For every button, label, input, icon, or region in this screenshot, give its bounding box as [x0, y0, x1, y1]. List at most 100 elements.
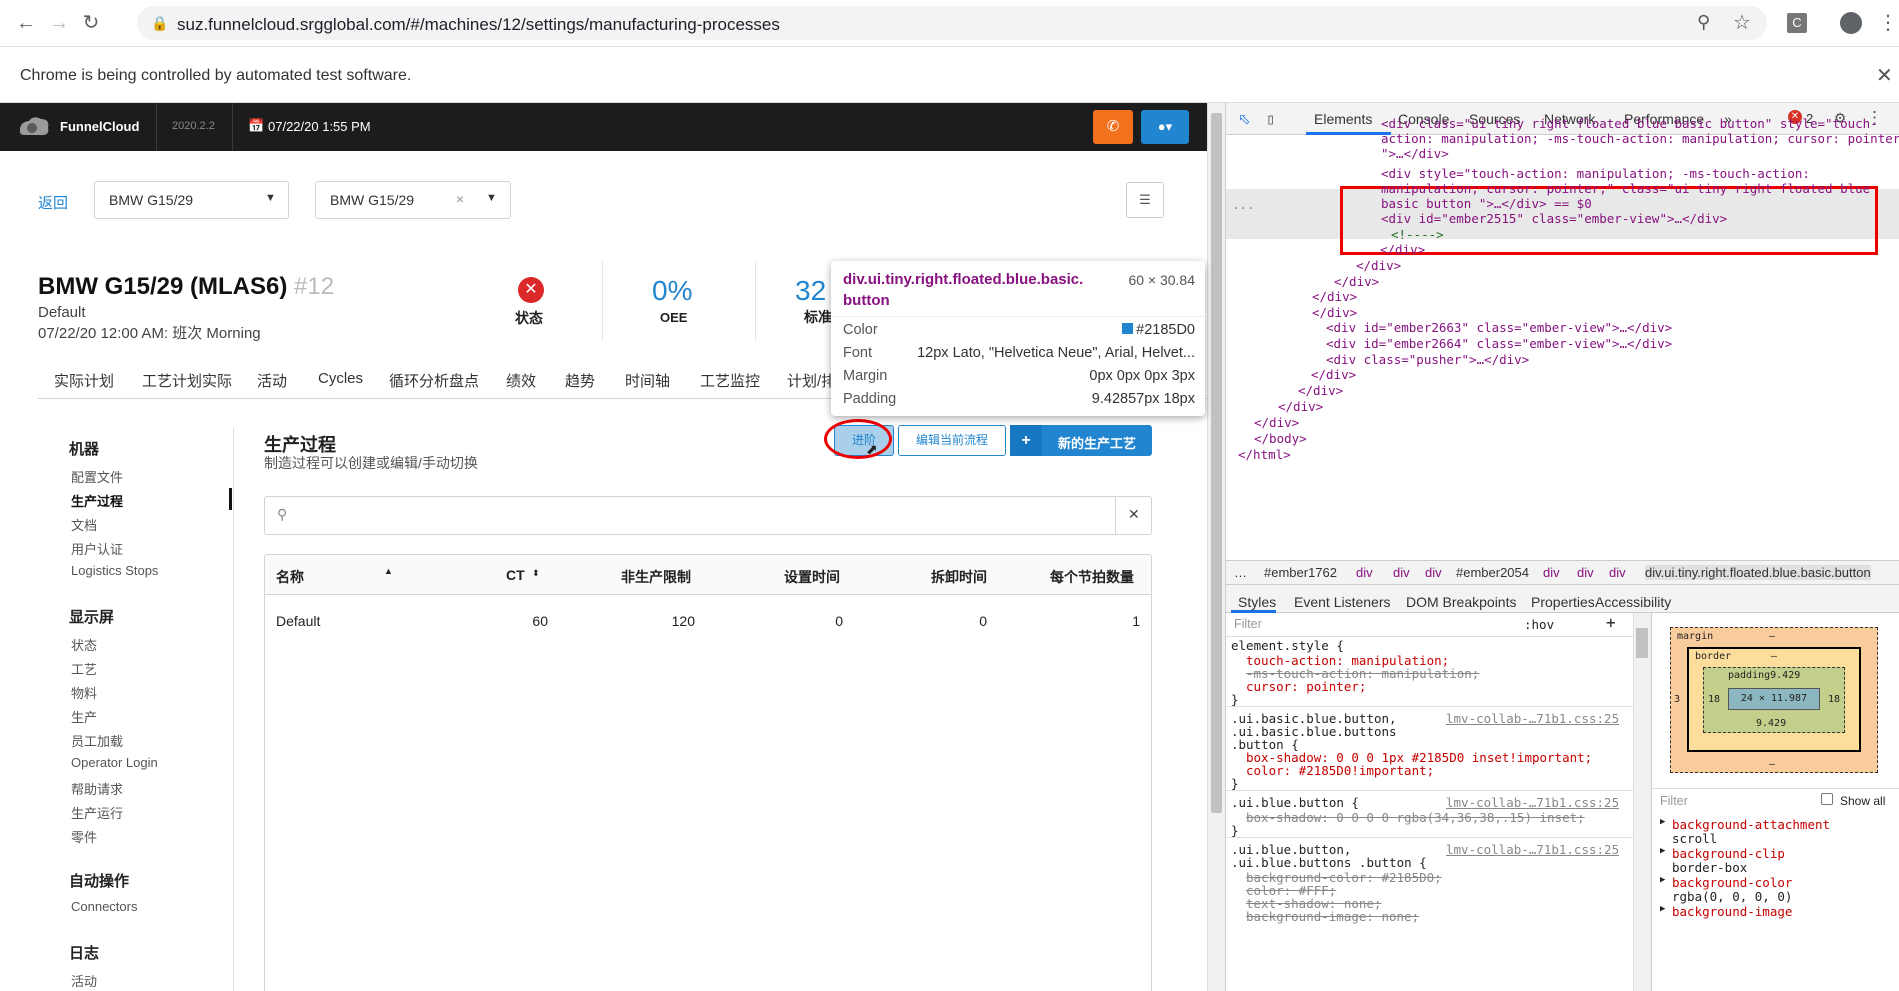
sidebar-item[interactable]: Connectors — [71, 899, 137, 914]
column-header[interactable]: 名称 — [276, 567, 304, 587]
column-header[interactable]: 拆卸时间 — [931, 567, 987, 587]
sidebar-item[interactable]: 帮助请求 — [71, 779, 123, 798]
devtools-tab[interactable]: Elements — [1314, 111, 1372, 127]
extension-icon[interactable]: C — [1787, 13, 1807, 33]
tab-4[interactable]: 循环分析盘点 — [389, 370, 479, 391]
bookmark-star-icon[interactable]: ☆ — [1733, 10, 1751, 35]
tab-8[interactable]: 工艺监控 — [700, 370, 760, 391]
show-all-checkbox[interactable] — [1821, 793, 1833, 805]
expand-arrow-icon[interactable]: ▶ — [1660, 904, 1665, 914]
expand-arrow-icon[interactable]: ▶ — [1660, 846, 1665, 856]
back-link[interactable]: 返回 — [38, 192, 68, 213]
profile-avatar-icon[interactable] — [1840, 12, 1862, 34]
sidebar-item[interactable]: 活动 — [71, 971, 97, 990]
css-source-link[interactable]: lmv-collab-…71b1.css:25 — [1446, 795, 1619, 810]
sidebar-item[interactable]: 配置文件 — [71, 467, 123, 486]
tab-1[interactable]: 工艺计划实际 — [142, 370, 232, 391]
tab-3[interactable]: Cycles — [318, 370, 363, 387]
clear-icon[interactable]: × — [456, 191, 464, 207]
clear-search-icon[interactable]: ✕ — [1128, 506, 1140, 523]
styles-subtab[interactable]: Accessibility — [1595, 594, 1671, 610]
css-source-link[interactable]: lmv-collab-…71b1.css:25 — [1446, 842, 1619, 857]
computed-filter-input[interactable]: Filter — [1660, 794, 1688, 808]
dom-node-line[interactable]: </div> — [1334, 274, 1379, 289]
sidebar-item[interactable]: Logistics Stops — [71, 563, 158, 578]
dom-node-line[interactable]: </html> — [1238, 447, 1291, 462]
styles-subtab[interactable]: Event Listeners — [1294, 594, 1391, 610]
tab-5[interactable]: 绩效 — [506, 370, 536, 391]
address-bar[interactable]: 🔒 suz.funnelcloud.srgglobal.com/#/machin… — [137, 6, 1767, 40]
dom-node-line[interactable]: <div id="ember2664" class="ember-view">…… — [1326, 336, 1672, 351]
dom-node-line[interactable]: </div> — [1380, 242, 1425, 257]
search-input[interactable]: ⚲ ✕ — [264, 496, 1152, 535]
column-header[interactable]: 每个节拍数量 — [1050, 567, 1134, 587]
dom-node-line[interactable]: </div> — [1278, 399, 1323, 414]
column-header[interactable]: 设置时间 — [784, 567, 840, 587]
styles-subtab[interactable]: DOM Breakpoints — [1406, 594, 1516, 610]
dom-node-line[interactable]: </div> — [1312, 289, 1357, 304]
breadcrumb-item[interactable]: … — [1234, 565, 1247, 580]
zoom-icon[interactable]: ⚲ — [1697, 12, 1710, 33]
dom-node-line[interactable]: </div> — [1298, 383, 1343, 398]
breadcrumb-item[interactable]: #ember1762 — [1264, 565, 1337, 580]
sidebar-item[interactable]: 生产 — [71, 707, 97, 726]
inspect-element-icon[interactable]: ⬁ — [1238, 110, 1251, 128]
machine-select[interactable]: BMW G15/29 ▼ — [94, 181, 289, 219]
sidebar-item[interactable]: Operator Login — [71, 755, 158, 770]
dom-node-line[interactable]: <div id="ember2515" class="ember-view">…… — [1381, 211, 1727, 226]
phone-button[interactable]: ✆ — [1093, 110, 1133, 144]
sidebar-item[interactable]: 状态 — [71, 635, 97, 654]
dom-node-line[interactable]: </div> — [1312, 305, 1357, 320]
breadcrumb-item[interactable]: div.ui.tiny.right.floated.blue.basic.but… — [1645, 565, 1871, 580]
tab-0[interactable]: 实际计划 — [54, 370, 114, 391]
expand-arrow-icon[interactable]: ▶ — [1660, 817, 1665, 827]
styles-filter-input[interactable]: Filter — [1234, 617, 1262, 631]
new-process-button[interactable]: + 新的生产工艺 — [1010, 425, 1152, 456]
edit-process-button[interactable]: 编辑当前流程 — [898, 425, 1006, 456]
back-arrow-icon[interactable]: ← — [14, 11, 38, 35]
breadcrumb-item[interactable]: div — [1577, 565, 1594, 580]
page-scrollbar[interactable] — [1207, 103, 1225, 991]
process-select[interactable]: BMW G15/29 × ▼ — [315, 181, 511, 219]
tab-6[interactable]: 趋势 — [565, 370, 595, 391]
menu-dots-icon[interactable]: ⋮ — [1878, 10, 1898, 35]
dom-node-line[interactable]: </body> — [1254, 431, 1307, 446]
tab-2[interactable]: 活动 — [257, 370, 287, 391]
dom-node-line[interactable]: </div> — [1311, 367, 1356, 382]
breadcrumb-item[interactable]: div — [1425, 565, 1442, 580]
add-rule-icon[interactable]: + — [1606, 613, 1616, 632]
column-header[interactable]: CT — [506, 567, 525, 583]
css-source-link[interactable]: lmv-collab-…71b1.css:25 — [1446, 711, 1619, 726]
breadcrumb-item[interactable]: div — [1393, 565, 1410, 580]
scrollbar-thumb[interactable] — [1211, 113, 1222, 813]
dom-node-line[interactable]: <div id="ember2663" class="ember-view">…… — [1326, 320, 1672, 335]
breadcrumb-item[interactable]: div — [1543, 565, 1560, 580]
tab-9[interactable]: 计划/排 — [787, 370, 836, 391]
sidebar-item[interactable]: 物料 — [71, 683, 97, 702]
styles-subtab[interactable]: Styles — [1238, 594, 1276, 610]
dom-node-line[interactable]: <div class="pusher">…</div> — [1326, 352, 1529, 367]
dom-node-line[interactable]: manipulation; cursor: pointer;" class="u… — [1381, 181, 1870, 196]
dom-node-line[interactable]: </div> — [1254, 415, 1299, 430]
breadcrumb-item[interactable]: #ember2054 — [1456, 565, 1529, 580]
dom-node-line[interactable]: action: manipulation; -ms-touch-action: … — [1381, 131, 1899, 146]
dom-node-line[interactable]: <!----> — [1391, 227, 1444, 242]
sidebar-item[interactable]: 工艺 — [71, 659, 97, 678]
close-icon[interactable]: ✕ — [1876, 63, 1893, 88]
reload-icon[interactable]: ↻ — [79, 11, 103, 35]
sidebar-item[interactable]: 生产过程 — [71, 491, 123, 510]
sidebar-item[interactable]: 用户认证 — [71, 539, 123, 558]
user-menu-button[interactable]: ●▾ — [1141, 110, 1189, 144]
column-header[interactable]: 非生产限制 — [621, 567, 691, 587]
settings-sliders-button[interactable]: ☰ — [1126, 182, 1164, 218]
forward-arrow-icon[interactable]: → — [47, 11, 71, 35]
dom-node-line[interactable]: </div> — [1356, 258, 1401, 273]
expand-arrow-icon[interactable]: ▶ — [1660, 875, 1665, 885]
dom-node-line[interactable]: <div class="ui tiny right floated blue b… — [1381, 116, 1878, 131]
dom-node-line[interactable]: basic button ">…</div> == $0 — [1381, 196, 1592, 211]
breadcrumb-item[interactable]: div — [1609, 565, 1626, 580]
sidebar-item[interactable]: 零件 — [71, 827, 97, 846]
breadcrumb-item[interactable]: div — [1356, 565, 1373, 580]
dom-node-line[interactable]: <div style="touch-action: manipulation; … — [1381, 166, 1810, 181]
tab-7[interactable]: 时间轴 — [625, 370, 670, 391]
